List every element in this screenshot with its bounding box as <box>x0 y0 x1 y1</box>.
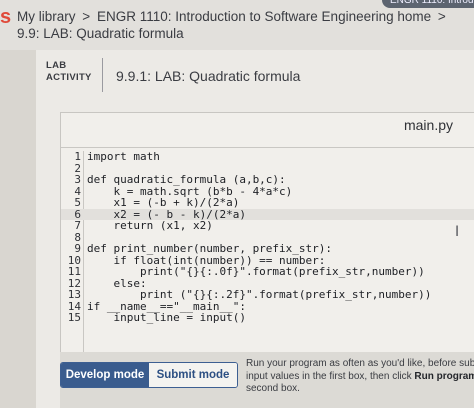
lab-header: LAB ACTIVITY 9.9.1: LAB: Quadratic formu… <box>46 58 466 94</box>
lab-badge-line2: ACTIVITY <box>46 72 92 83</box>
develop-mode-button[interactable]: Develop mode <box>61 363 149 387</box>
code-text[interactable]: print("{}{:.0f}".format(prefix_str,numbe… <box>87 266 425 278</box>
help-text-part2: input values in the first box, then clic… <box>246 370 412 382</box>
divider <box>61 147 474 148</box>
section-title: 9.9: LAB: Quadratic formula <box>17 26 184 41</box>
code-line[interactable]: 7 return (x1, x2) <box>61 220 474 232</box>
lab-title: 9.9.1: LAB: Quadratic formula <box>116 68 301 84</box>
top-bar: s My library > ENGR 1110: Introduction t… <box>0 0 474 50</box>
lab-badge-line1: LAB <box>46 60 67 71</box>
code-lines[interactable]: 1 import math 2 3 def quadratic_formula (a,b… <box>61 151 474 324</box>
line-number: 7 <box>74 219 81 232</box>
code-line[interactable]: 1 import math <box>61 151 474 163</box>
course-tag[interactable]: ENGR 1110: Introductio <box>382 0 474 8</box>
text-cursor-icon: I <box>455 224 460 240</box>
code-text[interactable]: print ("{}{:.2f}".format(prefix_str,numb… <box>87 289 431 301</box>
code-line[interactable]: 13 print ("{}{:.2f}".format(prefix_str,n… <box>61 289 474 301</box>
submit-mode-button[interactable]: Submit mode <box>149 363 237 387</box>
line-number: 5 <box>74 196 81 209</box>
code-text[interactable]: input_line = input() <box>87 312 245 324</box>
help-text: Run your program as often as you'd like,… <box>246 358 474 396</box>
brand-logo: s <box>0 6 12 28</box>
code-line[interactable]: 9 def print_number(number, prefix_str): <box>61 243 474 255</box>
divider <box>102 58 103 92</box>
code-line[interactable]: 3 def quadratic_formula (a,b,c): <box>61 174 474 186</box>
line-number: 1 <box>74 150 81 163</box>
line-number: 13 <box>67 288 81 301</box>
breadcrumb-course-link[interactable]: ENGR 1110: Introduction to Software Engi… <box>97 9 431 24</box>
code-text[interactable]: x1 = (-b + k)/(2*a) <box>87 197 239 209</box>
help-run-program: Run program <box>414 370 474 382</box>
code-text[interactable]: def print_number(number, prefix_str): <box>87 243 332 255</box>
breadcrumb: My library > ENGR 1110: Introduction to … <box>17 9 449 24</box>
code-text[interactable]: import math <box>87 151 160 163</box>
code-line[interactable]: 11 print("{}{:.0f}".format(prefix_str,nu… <box>61 266 474 278</box>
code-text[interactable]: def quadratic_formula (a,b,c): <box>87 174 286 186</box>
line-number: 11 <box>67 265 81 278</box>
line-number: 3 <box>74 173 81 186</box>
breadcrumb-separator: > <box>437 9 446 24</box>
help-text-part3: second box. <box>246 383 300 394</box>
lab-activity-badge: LAB ACTIVITY <box>46 60 92 84</box>
file-tab-main-py[interactable]: main.py <box>404 117 453 133</box>
help-text-part1: Run your program as often as you'd like,… <box>246 358 474 369</box>
line-number: 9 <box>74 242 81 255</box>
code-line[interactable]: 5 x1 = (-b + k)/(2*a) <box>61 197 474 209</box>
code-text[interactable]: return (x1, x2) <box>87 220 212 232</box>
line-number: 15 <box>67 311 81 324</box>
mode-toggle: Develop mode Submit mode <box>60 362 238 388</box>
code-line[interactable]: 15 input_line = input() <box>61 312 474 324</box>
breadcrumb-separator: > <box>82 9 91 24</box>
breadcrumb-library-link[interactable]: My library <box>17 9 76 24</box>
lab-card: LAB ACTIVITY 9.9.1: LAB: Quadratic formu… <box>36 50 474 408</box>
mode-controls: Develop mode Submit mode Run your progra… <box>60 352 474 408</box>
